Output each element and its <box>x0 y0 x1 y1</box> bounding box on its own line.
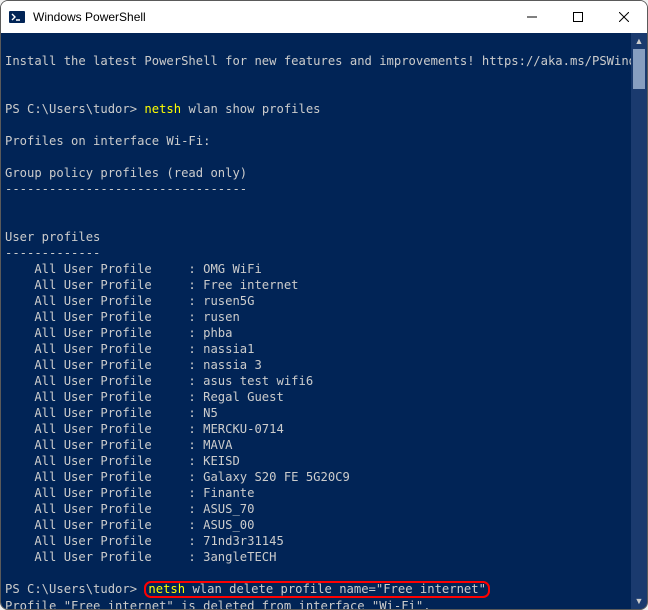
scroll-down-arrow[interactable]: ▼ <box>631 593 647 609</box>
powershell-icon <box>9 9 25 25</box>
window-title: Windows PowerShell <box>33 10 146 24</box>
minimize-button[interactable] <box>509 1 555 33</box>
scroll-up-arrow[interactable]: ▲ <box>631 33 647 49</box>
terminal-area: Install the latest PowerShell for new fe… <box>1 33 647 609</box>
scroll-thumb[interactable] <box>633 49 645 89</box>
maximize-button[interactable] <box>555 1 601 33</box>
titlebar[interactable]: Windows PowerShell <box>1 1 647 33</box>
powershell-window: Windows PowerShell Install the latest Po… <box>0 0 648 610</box>
title-left: Windows PowerShell <box>9 9 146 25</box>
scrollbar[interactable]: ▲ ▼ <box>631 33 647 609</box>
close-button[interactable] <box>601 1 647 33</box>
terminal-content[interactable]: Install the latest PowerShell for new fe… <box>1 33 631 609</box>
window-controls <box>509 1 647 33</box>
